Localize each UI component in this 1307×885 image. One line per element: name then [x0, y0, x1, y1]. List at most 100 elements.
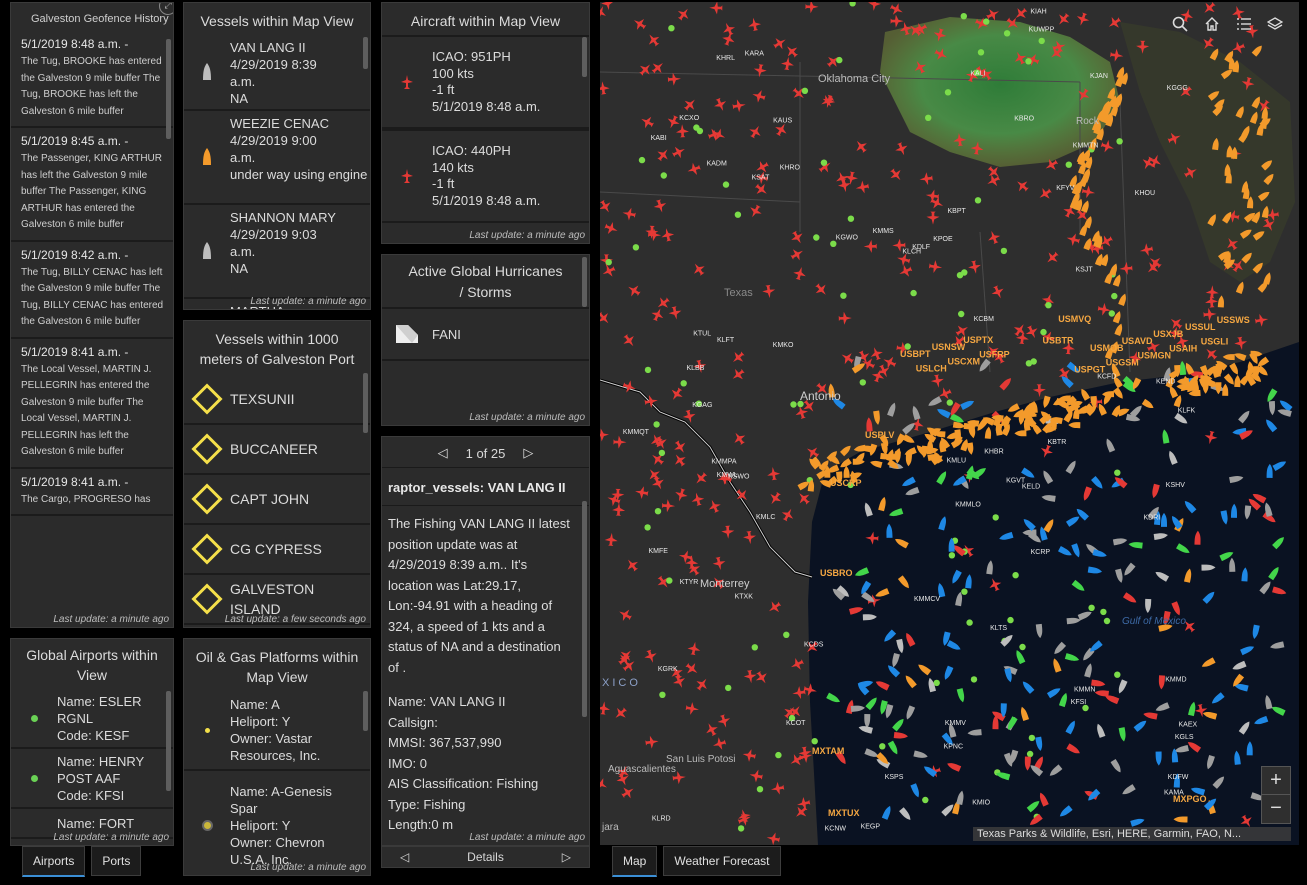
port-vessel-item[interactable]: CAPT JOHN — [184, 475, 370, 525]
port-vessel-item[interactable]: BUCCANEER — [184, 425, 370, 475]
tab-map[interactable]: Map — [612, 846, 658, 877]
detail-field: Name: VAN LANG II — [388, 694, 506, 709]
search-icon[interactable] — [1166, 10, 1194, 38]
geofence-item[interactable]: 5/1/2019 8:48 a.m. - The Tug, BROOKE has … — [11, 31, 173, 128]
vessel-marker — [887, 402, 896, 417]
vessel-status: NA — [230, 261, 249, 276]
port-scrollbar[interactable] — [363, 373, 368, 433]
aircraft-marker — [722, 32, 735, 46]
detail-scrollbar[interactable] — [582, 501, 587, 717]
aircraft-marker — [667, 72, 681, 86]
aircraft-marker — [863, 239, 877, 253]
aircraft-marker — [1059, 12, 1070, 25]
footer-prev-icon[interactable]: ◁ — [400, 850, 409, 864]
vessel-item[interactable]: VAN LANG II 4/29/2019 8:39 a.m. NA — [184, 35, 370, 111]
airport-info: Name: HENRY POST AAF Code: KFSI — [57, 749, 157, 808]
platform-info: Name: A Heliport: Y Owner: Vastar Resource… — [230, 692, 354, 768]
last-update-label: Last update: a minute ago — [469, 230, 585, 241]
last-update-label: Last update: a minute ago — [469, 412, 585, 423]
aircraft-list[interactable]: ICAO: 951PH 100 kts -1 ft 5/1/2019 8:48 a.m… — [382, 35, 589, 223]
aircraft-marker — [766, 832, 780, 845]
vessel-time2: a.m. — [230, 74, 256, 89]
aircraft-marker — [687, 641, 701, 656]
airport-marker — [849, 2, 856, 7]
platform-item[interactable]: Name: A Heliport: Y Owner: Vastar Resource… — [184, 691, 370, 771]
vessel-item[interactable]: SHANNON MARY 4/29/2019 9:03 a.m. NA — [184, 205, 370, 299]
port-vessel-item[interactable]: CG CYPRESS — [184, 525, 370, 575]
airport-marker — [632, 244, 640, 251]
aircraft-scrollbar[interactable] — [582, 37, 587, 77]
station-label: KGRK — [658, 666, 678, 673]
airports-scrollbar[interactable] — [166, 691, 171, 791]
geofence-item[interactable]: 5/1/2019 8:41 a.m. - The Cargo, PROGRESO … — [11, 469, 173, 516]
aircraft-marker — [633, 18, 647, 30]
geofence-text: The Tug, BROOKE has entered the Galvesto… — [21, 56, 162, 117]
vessel-marker — [1235, 281, 1244, 294]
geofence-text: The Passenger, KING ARTHUR has left the … — [21, 153, 162, 230]
pager-count: 1 of 25 — [465, 445, 506, 461]
airport-marker — [666, 577, 673, 584]
zoom-out-button[interactable]: − — [1261, 794, 1291, 824]
legend-icon[interactable] — [1230, 10, 1258, 38]
vessel-marker — [1114, 323, 1123, 336]
airport-marker — [859, 379, 866, 386]
vessel-marker — [1251, 45, 1262, 57]
aircraft-item[interactable]: ICAO: 951PH 100 kts -1 ft 5/1/2019 8:48 a.m… — [382, 35, 589, 129]
airport-item[interactable]: Name: HENRY POST AAF Code: KFSI — [11, 749, 173, 809]
geofence-item[interactable]: 5/1/2019 8:41 a.m. - The Local Vessel, MA… — [11, 339, 173, 469]
footer-next-icon[interactable]: ▷ — [562, 850, 571, 864]
vessel-time2: a.m. — [230, 244, 256, 259]
map-view[interactable]: KGAG KEND KPNC KTUL KHRO KFYV KMKO KSWO KAMA KHBR… — [600, 2, 1299, 845]
vessel-marker — [1263, 272, 1271, 285]
airport-marker — [751, 644, 758, 651]
aircraft-marker — [987, 174, 1001, 187]
vessel-item[interactable]: WEEZIE CENAC 4/29/2019 9:00 a.m. under way … — [184, 111, 370, 205]
aircraft-marker — [752, 90, 766, 103]
tab-weather-forecast[interactable]: Weather Forecast — [663, 846, 781, 876]
map-canvas[interactable]: KGAGKENDKPNCKTULKHROKFYVKMKOKSWOKAMAKHBR… — [600, 2, 1299, 845]
map-tabs: Map Weather Forecast — [612, 846, 781, 877]
geofence-item[interactable]: 5/1/2019 8:45 a.m. - The Passenger, KING … — [11, 128, 173, 242]
aircraft-marker — [622, 207, 636, 221]
aircraft-marker — [653, 199, 667, 213]
home-icon[interactable] — [1198, 10, 1226, 38]
hurricane-item[interactable]: FANI — [382, 307, 589, 361]
aircraft-marker — [780, 56, 794, 71]
geofence-scrollbar[interactable] — [166, 39, 171, 139]
aircraft-marker — [621, 787, 634, 799]
map-attribution[interactable]: Texas Parks & Wildlife, Esri, HERE, Garm… — [973, 827, 1291, 841]
map-label-rock: Rock — [1076, 116, 1100, 127]
layers-icon[interactable] — [1261, 10, 1289, 38]
aircraft-marker — [807, 447, 820, 459]
vessel-list[interactable]: VAN LANG II 4/29/2019 8:39 a.m. NA WEEZIE CE… — [184, 35, 370, 309]
aircraft-item[interactable]: ICAO: 440PH 140 kts -1 ft 5/1/2019 8:48 a.m… — [382, 129, 589, 223]
aircraft-marker — [651, 308, 664, 322]
aircraft-marker — [641, 116, 654, 129]
station-label: KMMQT — [623, 429, 650, 436]
hurricanes-scrollbar[interactable] — [582, 257, 587, 307]
vessel-icon — [184, 35, 230, 109]
aircraft-icon — [382, 131, 432, 221]
platforms-scrollbar[interactable] — [363, 691, 368, 731]
zoom-in-button[interactable]: + — [1261, 766, 1291, 796]
platforms-list[interactable]: Name: A Heliport: Y Owner: Vastar Resource… — [184, 691, 370, 875]
prev-arrow-icon[interactable]: ◁ — [438, 445, 448, 461]
vessels-map-panel: Vessels within Map View VAN LANG II 4/29/… — [183, 2, 371, 310]
port-vessel-list[interactable]: TEXSUNII BUCCANEER CAPT JOHN CG CYPRESS GALV… — [184, 375, 370, 625]
next-arrow-icon[interactable]: ▷ — [523, 445, 533, 461]
airport-item[interactable]: Name: ESLER RGNL Code: KESF — [11, 689, 173, 749]
port-vessel-item[interactable]: TEXSUNII — [184, 375, 370, 425]
aircraft-marker — [628, 285, 641, 297]
airports-list[interactable]: Name: ESLER RGNL Code: KESF Name: HENRY PO… — [11, 689, 173, 839]
platform-item[interactable]: Name: A-Genesis Spar Heliport: Y Owner: Ch… — [184, 771, 370, 875]
aircraft-marker — [1017, 181, 1029, 192]
aircraft-marker — [895, 142, 908, 156]
details-label[interactable]: Details — [467, 850, 504, 864]
geofence-list[interactable]: 5/1/2019 8:48 a.m. - The Tug, BROOKE has … — [11, 31, 173, 516]
tab-ports[interactable]: Ports — [91, 846, 142, 876]
airport-marker — [1116, 138, 1123, 145]
vessel-scrollbar[interactable] — [363, 37, 368, 69]
aircraft-marker — [767, 466, 781, 481]
geofence-item[interactable]: 5/1/2019 8:42 a.m. - The Tug, BILLY CENAC… — [11, 242, 173, 339]
tab-airports[interactable]: Airports — [22, 846, 86, 877]
